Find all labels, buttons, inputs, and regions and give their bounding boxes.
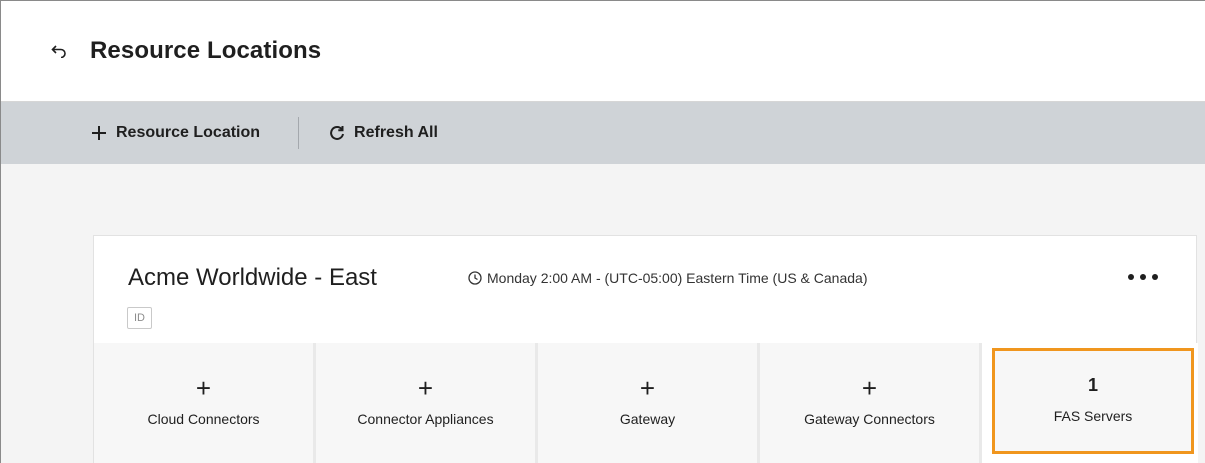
- tile-gateway-connectors[interactable]: + Gateway Connectors: [760, 343, 979, 463]
- plus-icon: [91, 125, 107, 141]
- toolbar-divider: [298, 117, 300, 149]
- tile-fas-servers-wrapper: 1 FAS Servers: [982, 343, 1198, 463]
- tile-connector-appliances[interactable]: + Connector Appliances: [316, 343, 535, 463]
- id-badge[interactable]: ID: [127, 307, 152, 329]
- refresh-icon: [329, 125, 345, 141]
- refresh-all-label: Refresh All: [354, 124, 438, 141]
- resource-location-card: Acme Worldwide - East Monday 2:00 AM - (…: [93, 235, 1198, 463]
- toolbar: Resource Location Refresh All: [1, 102, 1205, 164]
- resource-tiles: + Cloud Connectors + Connector Appliance…: [94, 343, 1198, 463]
- add-resource-location-button[interactable]: Resource Location: [91, 124, 260, 142]
- clock-icon: [468, 271, 482, 285]
- tile-label: FAS Servers: [1053, 408, 1133, 424]
- card-header: Acme Worldwide - East Monday 2:00 AM - (…: [94, 236, 1196, 343]
- maintenance-schedule: Monday 2:00 AM - (UTC-05:00) Eastern Tim…: [468, 270, 867, 286]
- tile-cloud-connectors[interactable]: + Cloud Connectors: [94, 343, 313, 463]
- fas-server-count: 1: [1087, 375, 1098, 395]
- dot: [1152, 274, 1158, 280]
- location-name: Acme Worldwide - East: [128, 264, 377, 291]
- add-connector-appliance-icon: +: [417, 373, 434, 403]
- page-header: Resource Locations: [1, 1, 1205, 102]
- resource-locations-page: Resource Locations Resource Location Ref…: [0, 0, 1205, 463]
- tile-label: Gateway Connectors: [804, 411, 935, 427]
- tile-label: Gateway: [619, 411, 676, 427]
- more-options-icon[interactable]: [1128, 266, 1158, 288]
- refresh-all-button[interactable]: Refresh All: [329, 124, 438, 142]
- add-cloud-connector-icon: +: [195, 373, 212, 403]
- tile-label: Cloud Connectors: [147, 411, 260, 427]
- add-resource-location-label: Resource Location: [116, 124, 261, 141]
- add-gateway-connector-icon: +: [861, 373, 878, 403]
- tile-label: Connector Appliances: [357, 411, 494, 427]
- maintenance-text: Monday 2:00 AM - (UTC-05:00) Eastern Tim…: [487, 270, 868, 286]
- dot: [1140, 274, 1146, 280]
- back-arrow-icon[interactable]: [51, 43, 67, 59]
- tile-fas-servers[interactable]: 1 FAS Servers: [992, 348, 1194, 454]
- page-title: Resource Locations: [90, 37, 322, 64]
- add-gateway-icon: +: [639, 373, 656, 403]
- tile-gateway[interactable]: + Gateway: [538, 343, 757, 463]
- dot: [1128, 274, 1134, 280]
